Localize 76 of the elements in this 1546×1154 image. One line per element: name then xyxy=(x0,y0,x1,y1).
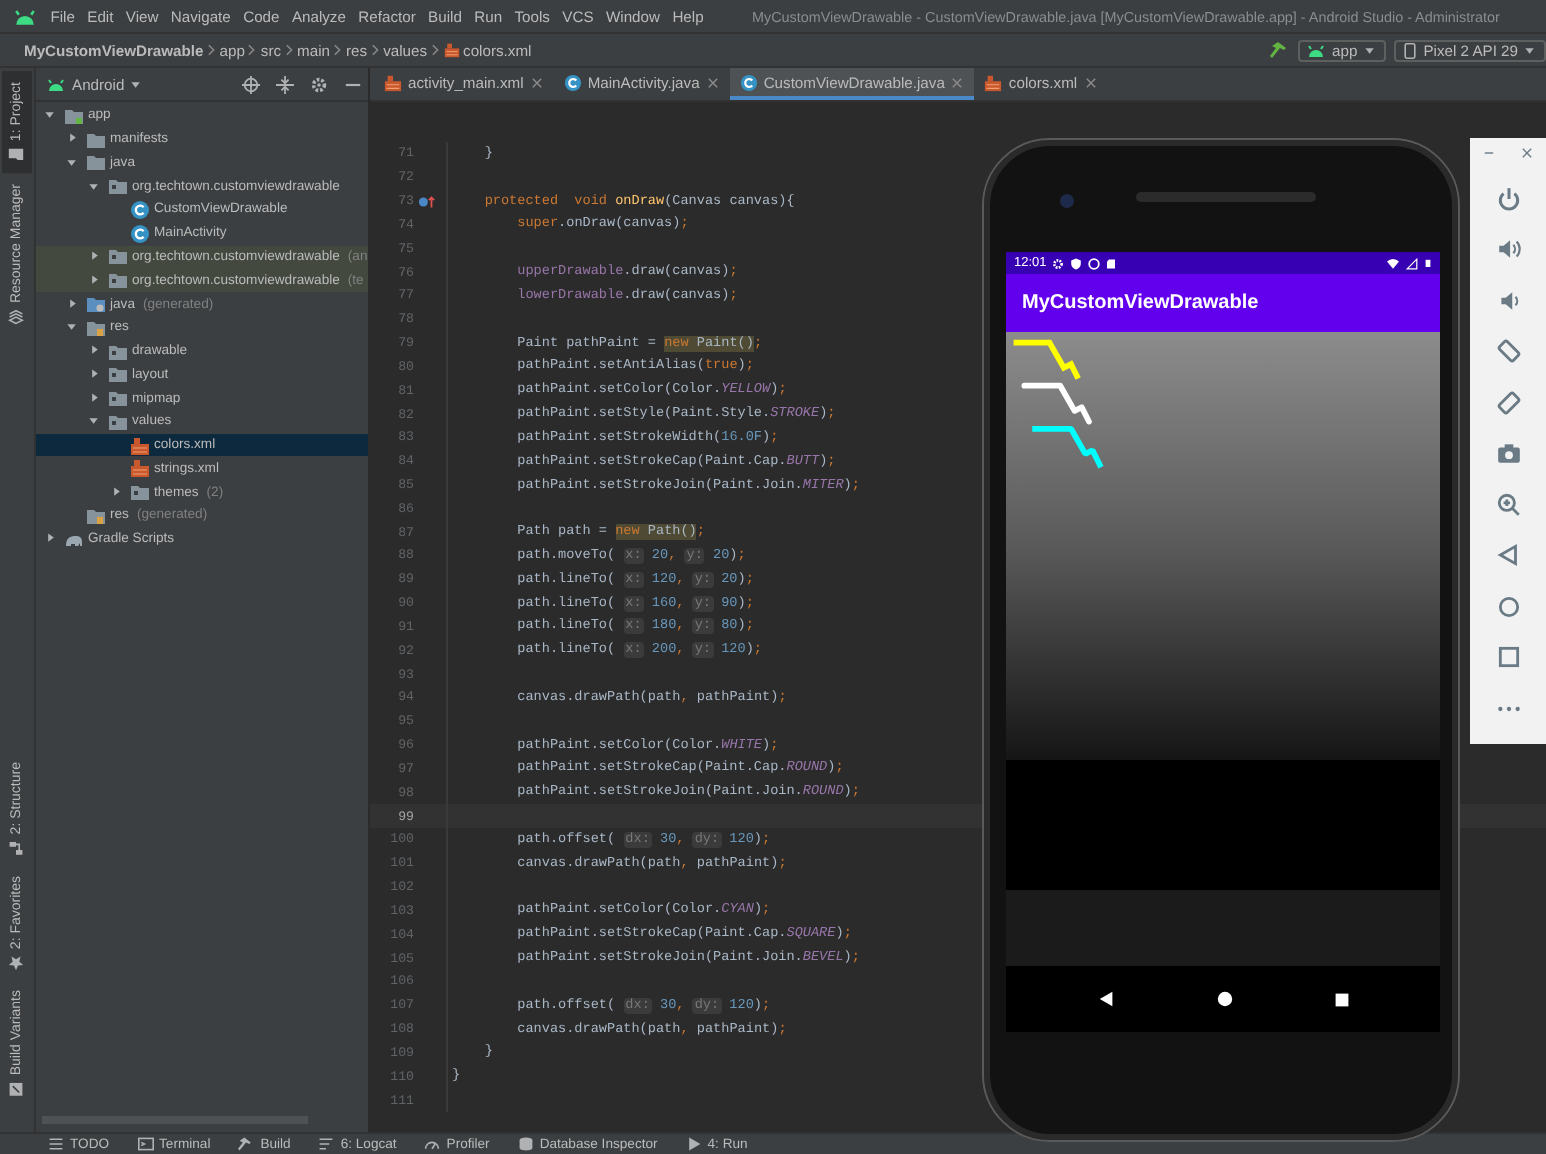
variants-icon xyxy=(9,1082,25,1098)
caret-icon xyxy=(1524,43,1538,57)
folder-icon xyxy=(108,246,128,267)
power-icon[interactable] xyxy=(1495,185,1521,211)
close-icon[interactable] xyxy=(1520,146,1534,160)
class-icon xyxy=(130,223,150,244)
close-icon[interactable] xyxy=(950,75,965,89)
camera-lens xyxy=(1060,194,1074,208)
module-folder-icon xyxy=(64,105,84,126)
logcat-icon xyxy=(318,1136,335,1152)
caret-icon xyxy=(130,77,145,91)
volume-up-icon[interactable] xyxy=(1495,236,1521,262)
gauge-icon xyxy=(424,1136,441,1152)
class-icon xyxy=(130,199,150,220)
back-icon[interactable] xyxy=(1097,990,1115,1008)
folder-icon xyxy=(108,388,128,409)
stroked-paths-drawing xyxy=(1010,336,1104,472)
play-icon xyxy=(685,1136,702,1152)
volume-down-icon[interactable] xyxy=(1495,287,1521,313)
app-bar-title: MyCustomViewDrawable xyxy=(1006,274,1440,332)
shield-icon xyxy=(1070,257,1083,269)
terminal-icon xyxy=(137,1136,154,1152)
xml-file-icon xyxy=(443,42,460,58)
rotate-right-icon[interactable] xyxy=(1495,389,1521,415)
chevron-icon xyxy=(367,42,384,58)
folder-icon xyxy=(108,411,128,432)
wifi-icon xyxy=(1386,257,1400,269)
folder-icon xyxy=(130,482,150,503)
rotate-left-icon[interactable] xyxy=(1495,338,1521,364)
class-icon xyxy=(739,73,758,91)
close-icon[interactable] xyxy=(529,75,544,89)
folder-icon xyxy=(86,317,106,338)
layers-icon xyxy=(9,308,25,325)
caret-icon xyxy=(1363,43,1378,57)
minimize-icon[interactable] xyxy=(1482,146,1496,160)
folder-icon xyxy=(108,341,128,362)
folder-icon xyxy=(9,147,25,164)
chevron-icon xyxy=(281,42,298,58)
close-icon[interactable] xyxy=(1083,75,1098,89)
xml-file-icon xyxy=(984,73,1003,91)
camera-icon[interactable] xyxy=(1495,440,1521,466)
database-icon xyxy=(517,1136,534,1152)
structure-icon xyxy=(9,839,25,856)
folder-icon xyxy=(86,294,106,314)
circle-icon xyxy=(1088,257,1101,269)
target-icon[interactable] xyxy=(242,75,260,93)
overview-icon[interactable] xyxy=(1333,991,1349,1007)
folder-icon xyxy=(86,505,106,526)
star-icon xyxy=(9,954,25,971)
hammer-icon xyxy=(238,1136,255,1152)
signal-icon xyxy=(1406,257,1418,269)
xml-file-icon xyxy=(130,435,150,456)
phone-icon xyxy=(1401,41,1418,59)
home-icon[interactable] xyxy=(1215,990,1233,1008)
android-icon xyxy=(46,76,66,92)
android-logo-icon xyxy=(12,6,38,26)
folder-icon xyxy=(108,176,128,197)
class-icon xyxy=(563,73,582,91)
android-icon xyxy=(1306,42,1327,58)
folder-icon xyxy=(86,152,106,173)
sd-card-icon xyxy=(1106,257,1117,269)
folder-icon xyxy=(86,129,106,150)
zoom-in-icon[interactable] xyxy=(1495,491,1521,517)
folder-icon xyxy=(108,364,128,385)
xml-file-icon xyxy=(384,73,402,91)
xml-file-icon xyxy=(130,458,150,479)
close-icon[interactable] xyxy=(705,75,720,89)
chevron-icon xyxy=(427,42,444,58)
folder-icon xyxy=(108,270,128,291)
settings-icon xyxy=(1052,257,1065,269)
battery-icon xyxy=(1424,256,1432,270)
chevron-icon xyxy=(203,42,220,58)
hammer-icon[interactable] xyxy=(1270,40,1291,60)
list-icon xyxy=(48,1136,64,1152)
settings-icon[interactable] xyxy=(310,75,328,93)
collapse-icon[interactable] xyxy=(276,75,294,93)
